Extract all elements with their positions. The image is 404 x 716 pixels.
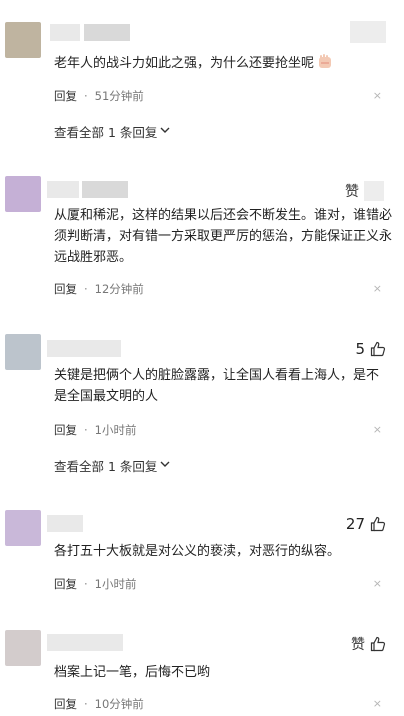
comment-time: 12分钟前 [94,282,144,296]
username-placeholder[interactable] [82,181,128,198]
comment-time: 1小时前 [94,423,137,437]
username-placeholder[interactable] [50,24,80,41]
comment-text-content: 老年人的战斗力如此之强，为什么还要抢坐呢 [54,56,315,71]
like-placeholder [364,181,384,201]
comment-meta: 回复 · 51分钟前 [54,88,144,104]
username-placeholder[interactable] [84,24,130,41]
meta-dot: · [84,89,88,103]
close-icon[interactable]: × [373,282,382,295]
close-icon[interactable]: × [373,89,382,102]
like-button[interactable]: 赞 [351,634,386,654]
chevron-down-icon [160,460,170,471]
comment-meta: 回复 · 12分钟前 [54,281,144,297]
comment-time: 1小时前 [94,577,137,591]
comment-text: 各打五十大板就是对公义的亵渎，对恶行的纵容。 [54,544,341,559]
reply-button[interactable]: 回复 [54,88,77,104]
comment-time: 51分钟前 [94,89,144,103]
reply-button[interactable]: 回复 [54,281,77,297]
reply-button[interactable]: 回复 [54,696,77,712]
like-placeholder[interactable] [350,21,386,43]
reply-button[interactable]: 回复 [54,576,77,592]
like-label: 赞 [345,184,359,200]
meta-dot: · [84,577,88,591]
chevron-down-icon [160,126,170,137]
avatar[interactable] [5,630,41,666]
view-all-label: 查看全部 1 条回复 [54,125,158,140]
comment-item: 赞 从厦和稀泥，这样的结果以后还会不断发生。谁对，谁错必须判断清，对有错一方采取… [0,175,404,305]
like-count: 27 [345,515,365,533]
like-label: 赞 [351,637,365,653]
like-area[interactable]: 赞 [345,181,384,201]
comment-item: 老年人的战斗力如此之强，为什么还要抢坐呢 回复 · 51分钟前 × 查看全部 1… [0,0,404,150]
view-all-label: 查看全部 1 条回复 [54,459,158,474]
username-placeholder[interactable] [47,340,121,357]
avatar[interactable] [5,510,41,546]
comment-item: 5 关键是把俩个人的脏脸露露，让全国人看看上海人，是不是全国最文明的人 回复 ·… [0,334,404,474]
comment-text: 档案上记一笔，后悔不已哟 [54,665,211,680]
username-placeholder[interactable] [47,634,123,651]
avatar[interactable] [5,176,41,212]
reply-button[interactable]: 回复 [54,422,77,438]
like-count: 5 [355,340,365,358]
close-icon[interactable]: × [373,697,382,710]
avatar[interactable] [5,334,41,370]
view-all-replies-button[interactable]: 查看全部 1 条回复 [54,122,170,141]
thumbs-up-icon [370,636,386,652]
meta-dot: · [84,697,88,711]
comment-text: 老年人的战斗力如此之强，为什么还要抢坐呢 [54,53,384,74]
comment-item: 赞 档案上记一笔，后悔不已哟 回复 · 10分钟前 × [0,628,404,716]
meta-dot: · [84,282,88,296]
hand-wave-emoji [319,54,332,68]
avatar[interactable] [5,22,41,58]
comment-meta: 回复 · 1小时前 [54,422,136,438]
close-icon[interactable]: × [373,577,382,590]
comment-text: 关键是把俩个人的脏脸露露，让全国人看看上海人，是不是全国最文明的人 [54,368,380,404]
comment-item: 27 各打五十大板就是对公义的亵渎，对恶行的纵容。 回复 · 1小时前 × [0,508,404,598]
username-placeholder[interactable] [47,181,79,198]
close-icon[interactable]: × [373,423,382,436]
username-placeholder[interactable] [47,515,83,532]
thumbs-up-icon [370,341,386,357]
like-button[interactable]: 5 [355,339,386,359]
comment-text: 从厦和稀泥，这样的结果以后还会不断发生。谁对，谁错必须判断清，对有错一方采取更严… [54,208,393,265]
comment-time: 10分钟前 [94,697,144,711]
view-all-replies-button[interactable]: 查看全部 1 条回复 [54,456,170,475]
meta-dot: · [84,423,88,437]
thumbs-up-icon [370,516,386,532]
comment-meta: 回复 · 1小时前 [54,576,136,592]
comment-meta: 回复 · 10分钟前 [54,696,144,712]
like-area[interactable] [350,21,386,43]
like-button[interactable]: 27 [346,514,386,534]
